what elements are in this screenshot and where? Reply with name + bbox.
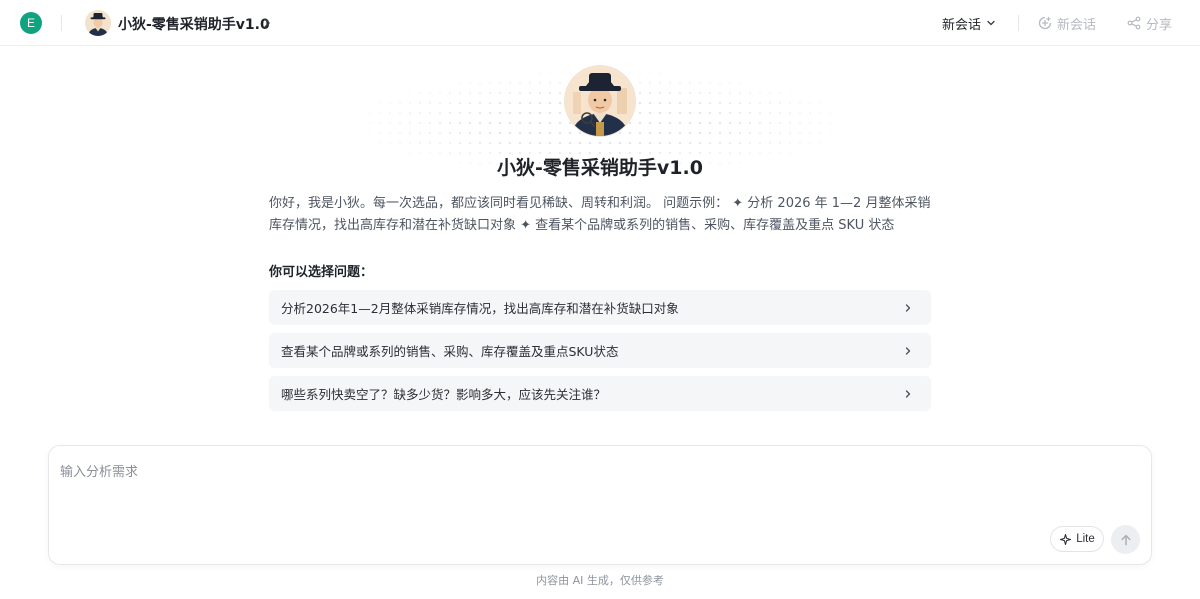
new-chat-button[interactable]: 新会话 <box>1038 13 1096 33</box>
new-chat-icon <box>1038 16 1052 30</box>
suggested-question-label: 分析2026年1—2月整体采销库存情况，找出高库存和潜在补货缺口对象 <box>281 301 679 316</box>
chevron-right-icon[interactable] <box>260 14 274 32</box>
question-heading: 你可以选择问题： <box>269 265 374 280</box>
new-chat-button-label: 新会话 <box>1057 17 1097 33</box>
new-chat-dropdown-label: 新会话 <box>942 17 982 33</box>
sparkle-icon <box>1060 533 1072 545</box>
share-button-label: 分享 <box>1146 17 1173 33</box>
mode-lite-label: Lite <box>1076 533 1095 545</box>
hero-title: 小狄-零售采销助手v1.0 <box>497 157 703 179</box>
suggested-question[interactable]: 哪些系列快卖空了？缺多少货？影响多大，应该先关注谁？ <box>269 376 931 411</box>
top-bar: E 小狄-零售采销助手v1.0 新会话 新会话 分享 <box>0 0 1200 46</box>
arrow-up-icon <box>1120 534 1131 545</box>
ai-disclaimer: 内容由 AI 生成，仅供参考 <box>536 574 664 587</box>
suggested-question-label: 哪些系列快卖空了？缺多少货？影响多大，应该先关注谁？ <box>281 387 607 402</box>
bot-avatar[interactable] <box>85 10 111 36</box>
bot-title[interactable]: 小狄-零售采销助手v1.0 <box>118 14 270 34</box>
share-button[interactable]: 分享 <box>1127 13 1172 33</box>
bot-avatar-image <box>85 10 111 36</box>
divider <box>1018 15 1019 31</box>
bot-avatar-large <box>565 66 635 136</box>
suggested-question-label: 查看某个品牌或系列的销售、采购、库存覆盖及重点SKU状态 <box>281 344 619 359</box>
workspace-avatar[interactable]: E <box>20 12 42 34</box>
share-icon <box>1127 16 1141 30</box>
mode-lite-button[interactable]: Lite <box>1050 526 1104 552</box>
send-button[interactable] <box>1111 525 1140 554</box>
suggested-question[interactable]: 查看某个品牌或系列的销售、采购、库存覆盖及重点SKU状态 <box>269 333 931 368</box>
divider <box>61 15 62 31</box>
message-input[interactable] <box>60 461 1140 521</box>
chevron-right-icon <box>905 346 911 355</box>
intro-text: 你好，我是小狄。每一次选品，都应该同时看见稀缺、周转和利润。 问题示例： ✦ 分… <box>269 196 931 233</box>
message-composer: Lite <box>48 445 1152 565</box>
bot-avatar-large-image <box>565 66 635 136</box>
suggested-question[interactable]: 分析2026年1—2月整体采销库存情况，找出高库存和潜在补货缺口对象 <box>269 290 931 325</box>
chevron-right-icon <box>905 303 911 312</box>
chevron-right-icon <box>905 389 911 398</box>
new-chat-dropdown[interactable]: 新会话 <box>942 13 997 33</box>
suggested-questions: 分析2026年1—2月整体采销库存情况，找出高库存和潜在补货缺口对象 查看某个品… <box>269 290 931 419</box>
chevron-down-icon <box>987 20 995 26</box>
